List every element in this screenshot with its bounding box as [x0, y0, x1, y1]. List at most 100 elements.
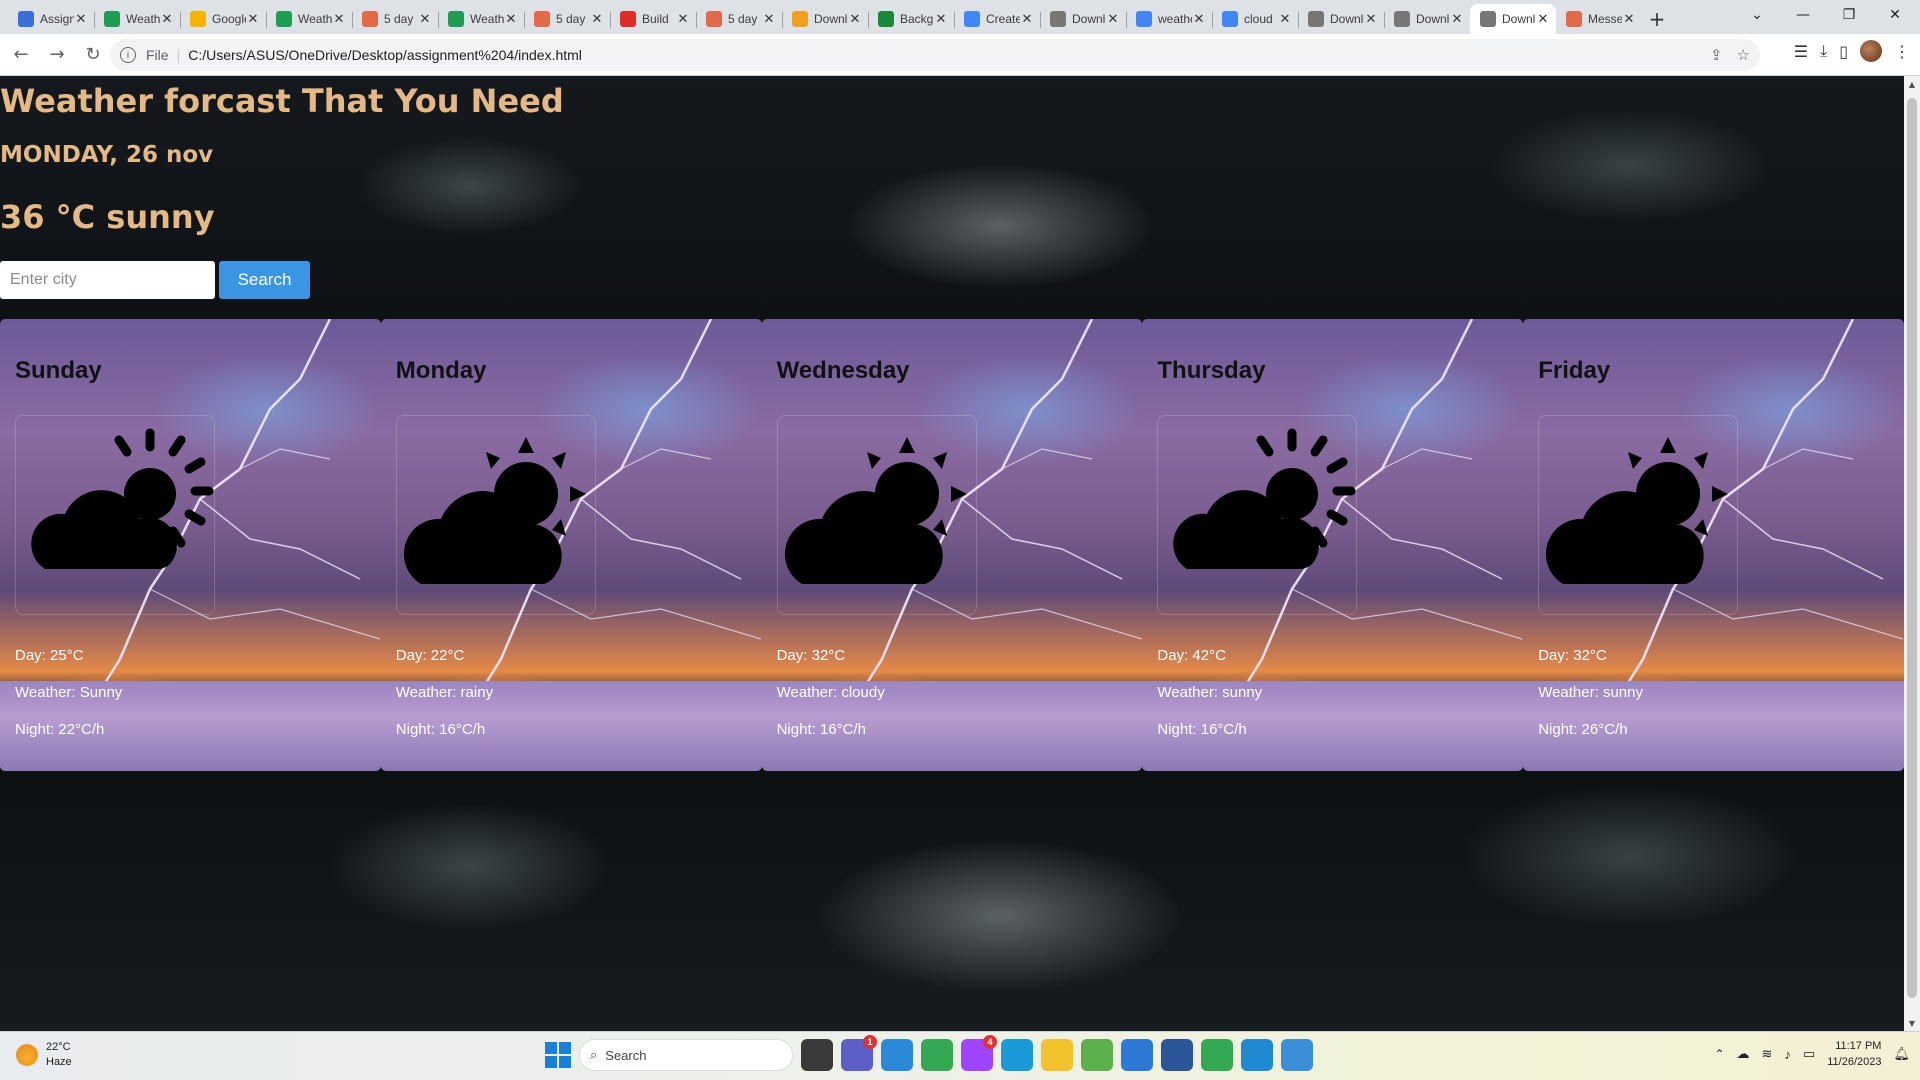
edge-icon[interactable]: [1001, 1039, 1033, 1071]
tab-title: Build: [642, 12, 669, 26]
paint-icon[interactable]: [1121, 1039, 1153, 1071]
tab-close-icon[interactable]: ✕: [590, 12, 604, 27]
browser-tab[interactable]: Background✕: [868, 4, 954, 34]
browser-tab[interactable]: 5 day ✕: [696, 4, 782, 34]
browser-tab[interactable]: Weather✕: [438, 4, 524, 34]
browser-tab[interactable]: Google✕: [180, 4, 266, 34]
forecast-card: Thursday Day: 42°C Weather: sunny Night: 16…: [1142, 319, 1524, 771]
utorrent-icon[interactable]: [1081, 1039, 1113, 1071]
chevron-up-icon[interactable]: ⌃: [1714, 1047, 1724, 1061]
tab-title: Assignment: [40, 12, 74, 26]
file-explorer-icon[interactable]: [801, 1039, 833, 1071]
tab-close-icon[interactable]: ✕: [504, 12, 518, 27]
tab-close-icon[interactable]: ✕: [848, 12, 862, 27]
bookmark-star-icon[interactable]: ☆: [1737, 46, 1750, 64]
windows-taskbar: 22°C Haze ⌕ Search 1 4 ⌃ ☁ ≋ ♪ ▭ 11:17 PM…: [0, 1031, 1920, 1080]
download-icon[interactable]: ⤓: [1820, 41, 1827, 61]
notification-bell-icon[interactable]: 🔔︎: [1893, 1046, 1910, 1062]
reading-list-icon[interactable]: ☰: [1794, 42, 1808, 61]
reload-button[interactable]: ↻: [78, 40, 108, 70]
page-viewport: Weather forcast That You Need MONDAY, 26…: [0, 76, 1904, 1031]
tab-close-icon[interactable]: ✕: [246, 12, 260, 27]
page-scrollbar[interactable]: ▲ ▼: [1904, 76, 1920, 1031]
browser-tab[interactable]: Download✕: [782, 4, 868, 34]
browser-tab[interactable]: Download✕: [1470, 4, 1556, 34]
tab-close-icon[interactable]: ✕: [762, 12, 776, 27]
tab-close-icon[interactable]: ✕: [418, 12, 432, 27]
tab-close-icon[interactable]: ✕: [160, 12, 174, 27]
scroll-up-icon[interactable]: ▲: [1904, 76, 1920, 92]
teams-icon[interactable]: 1: [841, 1035, 877, 1071]
tab-close-icon[interactable]: ✕: [1364, 12, 1378, 27]
back-button[interactable]: ←: [6, 40, 36, 70]
tab-close-icon[interactable]: ✕: [1020, 12, 1034, 27]
tab-close-icon[interactable]: ✕: [1536, 12, 1550, 27]
minimize-button[interactable]: —: [1780, 0, 1826, 30]
tab-title: Weather: [126, 12, 160, 26]
scroll-down-icon[interactable]: ▼: [1904, 1015, 1920, 1031]
tab-close-icon[interactable]: ✕: [332, 12, 346, 27]
word-icon[interactable]: [1161, 1039, 1193, 1071]
share-icon[interactable]: ⇪: [1710, 46, 1723, 64]
browser-tab[interactable]: Build ✕: [610, 4, 696, 34]
browser-tab[interactable]: Weather✕: [94, 4, 180, 34]
info-icon[interactable]: i: [120, 47, 136, 63]
start-button[interactable]: [545, 1042, 571, 1068]
chrome-profile-icon[interactable]: [1201, 1039, 1233, 1071]
forecast-day-name: Thursday: [1157, 357, 1266, 384]
restore-button[interactable]: ❐: [1826, 0, 1872, 30]
browser-tab[interactable]: Weather✕: [266, 4, 352, 34]
close-window-button[interactable]: ✕: [1872, 0, 1918, 30]
volume-icon[interactable]: ♪: [1784, 1047, 1791, 1062]
onedrive-icon[interactable]: ☁: [1737, 1046, 1750, 1062]
taskbar-clock[interactable]: 11:17 PM 11/26/2023: [1827, 1038, 1881, 1070]
taskbar-search[interactable]: ⌕ Search: [579, 1039, 793, 1071]
messenger-icon[interactable]: 4: [961, 1035, 997, 1071]
tab-close-icon[interactable]: ✕: [1278, 12, 1292, 27]
address-bar[interactable]: i File | C:/Users/ASUS/OneDrive/Desktop/…: [110, 39, 1760, 71]
browser-tab[interactable]: weather✕: [1126, 4, 1212, 34]
browser-tab[interactable]: Assignment✕: [8, 4, 94, 34]
battery-icon[interactable]: ▭: [1803, 1046, 1815, 1062]
tab-close-icon[interactable]: ✕: [676, 12, 690, 27]
new-tab-button[interactable]: +: [1642, 4, 1672, 34]
tab-close-icon[interactable]: ✕: [1450, 12, 1464, 27]
browser-tab[interactable]: Download✕: [1384, 4, 1470, 34]
side-panel-icon[interactable]: ▯: [1839, 42, 1848, 61]
forward-button[interactable]: →: [42, 40, 72, 70]
weather-widget-temp: 22°C: [46, 1041, 71, 1053]
notepad-icon[interactable]: [1281, 1039, 1313, 1071]
forecast-weather: Weather: cloudy: [776, 684, 885, 701]
wifi-icon[interactable]: ≋: [1762, 1046, 1773, 1062]
tab-search-icon[interactable]: ⌄: [1734, 0, 1780, 30]
search-button[interactable]: Search: [219, 261, 310, 299]
taskbar-weather-widget[interactable]: 22°C Haze: [16, 1040, 72, 1070]
folder-icon[interactable]: [1041, 1039, 1073, 1071]
forecast-day-temp: Day: 32°C: [776, 647, 846, 664]
vscode-icon[interactable]: [1241, 1039, 1273, 1071]
menu-icon[interactable]: ⋮: [1894, 42, 1910, 61]
url-text[interactable]: C:/Users/ASUS/OneDrive/Desktop/assignmen…: [188, 47, 582, 63]
browser-tab[interactable]: Create ✕: [954, 4, 1040, 34]
tab-close-icon[interactable]: ✕: [1192, 12, 1206, 27]
chrome-icon[interactable]: [921, 1039, 953, 1071]
tab-close-icon[interactable]: ✕: [1106, 12, 1120, 27]
clock-time: 11:17 PM: [1835, 1040, 1882, 1052]
tab-favicon-icon: [190, 11, 206, 27]
browser-tab[interactable]: cloud ✕: [1212, 4, 1298, 34]
screen-icon[interactable]: [881, 1039, 913, 1071]
city-input[interactable]: [0, 261, 215, 299]
browser-tab[interactable]: Messenger✕: [1556, 4, 1642, 34]
scrollbar-thumb[interactable]: [1907, 98, 1917, 998]
notification-badge: 1: [863, 1035, 877, 1049]
tab-close-icon[interactable]: ✕: [934, 12, 948, 27]
browser-tab[interactable]: Download✕: [1040, 4, 1126, 34]
browser-tab[interactable]: Download✕: [1298, 4, 1384, 34]
tab-close-icon[interactable]: ✕: [74, 12, 88, 27]
forecast-cards: Sunday Day: 25°C Weather: Sunny Night: 22°C…: [0, 319, 1904, 771]
toolbar-actions: ☰ ⤓ ▯ ⋮: [1794, 40, 1910, 62]
browser-tab[interactable]: 5 day ✕: [524, 4, 610, 34]
profile-avatar[interactable]: [1860, 40, 1882, 62]
browser-tab[interactable]: 5 day ✕: [352, 4, 438, 34]
tab-close-icon[interactable]: ✕: [1622, 12, 1636, 27]
